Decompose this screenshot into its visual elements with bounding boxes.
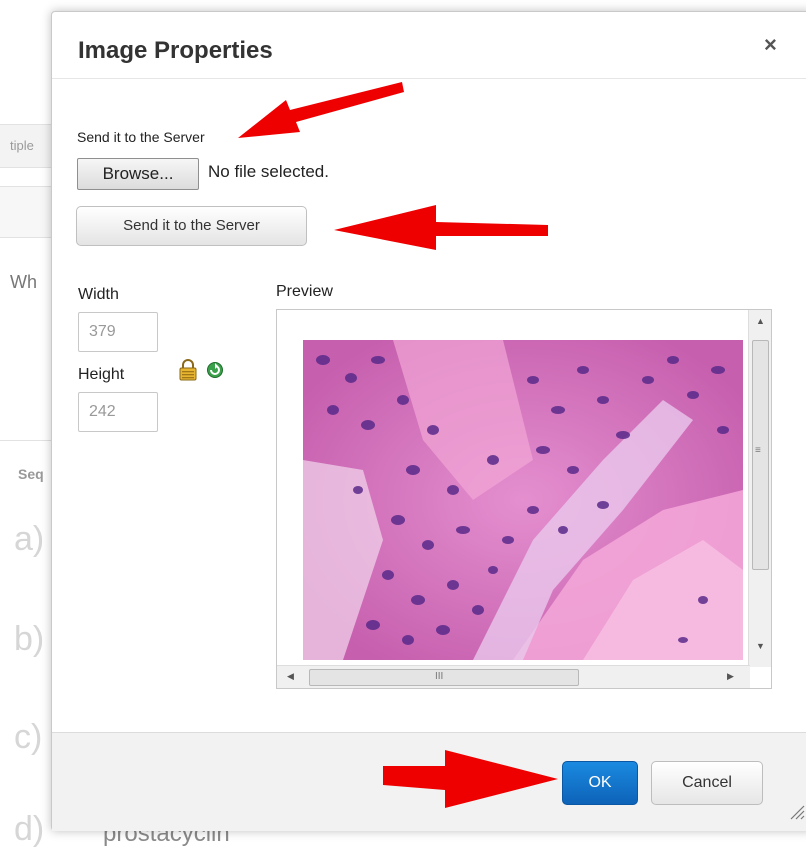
height-label: Height xyxy=(78,366,125,383)
preview-label: Preview xyxy=(276,283,333,300)
dialog-footer: OK Cancel xyxy=(52,732,806,831)
background-option-d: d) xyxy=(14,810,45,848)
horizontal-scrollbar[interactable]: ◀ III ▶ xyxy=(277,665,750,688)
ok-button[interactable]: OK xyxy=(562,761,638,805)
vertical-grip: ≡ xyxy=(755,445,761,456)
image-properties-dialog: Image Properties × Send it to the Server… xyxy=(51,11,806,831)
vertical-scrollbar[interactable]: ▲ ≡ ▼ xyxy=(748,310,771,667)
background-option-c: c) xyxy=(14,718,43,756)
close-icon[interactable]: × xyxy=(764,32,777,58)
scroll-up-icon[interactable]: ▲ xyxy=(756,316,765,326)
width-label: Width xyxy=(78,286,119,303)
horizontal-scroll-thumb[interactable]: III xyxy=(309,669,579,686)
browse-button[interactable]: Browse... xyxy=(77,158,199,190)
background-toolbar xyxy=(0,186,52,238)
scroll-down-icon[interactable]: ▼ xyxy=(756,641,765,651)
title-divider xyxy=(52,78,806,79)
vertical-scroll-thumb[interactable]: ≡ xyxy=(752,340,769,570)
background-question-text: Wh xyxy=(10,272,37,292)
resize-grip-icon[interactable] xyxy=(787,802,805,820)
scroll-right-icon[interactable]: ▶ xyxy=(727,671,734,682)
histology-image xyxy=(303,340,743,660)
height-input[interactable]: 242 xyxy=(78,392,158,432)
upload-label: Send it to the Server xyxy=(77,129,205,145)
reset-size-icon[interactable] xyxy=(206,361,224,379)
lock-icon[interactable] xyxy=(179,359,197,381)
horizontal-grip: III xyxy=(435,671,444,682)
dialog-title: Image Properties xyxy=(78,37,273,64)
preview-panel[interactable]: ▲ ≡ ▼ ◀ III ▶ xyxy=(276,309,772,689)
scroll-left-icon[interactable]: ◀ xyxy=(287,671,294,682)
background-divider xyxy=(0,440,52,441)
send-to-server-button[interactable]: Send it to the Server xyxy=(76,206,307,246)
background-option-a: a) xyxy=(14,520,45,558)
cancel-button[interactable]: Cancel xyxy=(651,761,763,805)
width-input[interactable]: 379 xyxy=(78,312,158,352)
background-section-heading: Seq xyxy=(18,466,44,482)
file-status: No file selected. xyxy=(208,162,329,181)
background-option-b: b) xyxy=(14,620,45,658)
background-tab-text: tiple xyxy=(10,138,34,153)
